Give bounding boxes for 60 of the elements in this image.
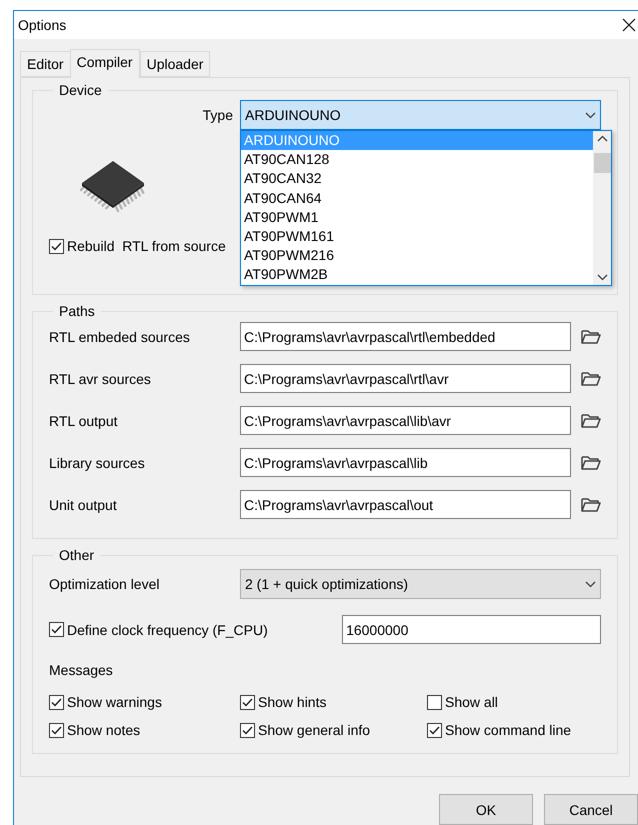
folder-icon[interactable]: [581, 371, 601, 386]
tab[interactable]: Uploader: [140, 51, 210, 77]
checkbox[interactable]: [240, 722, 255, 738]
chevron-up-icon: [596, 135, 608, 142]
field-label: Type: [202, 107, 234, 123]
path-field[interactable]: C:\Programs\avr\avrpascal\rtl\embedded: [240, 322, 571, 351]
checkbox[interactable]: [427, 694, 442, 710]
checkbox[interactable]: [49, 694, 64, 710]
checkbox-label: Rebuild RTL from source: [67, 238, 226, 254]
checkbox[interactable]: [49, 622, 64, 637]
type-dropdown[interactable]: ARDUINOUNO: [240, 100, 601, 130]
list-item[interactable]: AT90CAN32: [241, 169, 593, 189]
checkbox-label: Show command line: [445, 722, 572, 738]
group-legend: Paths: [53, 303, 101, 319]
chevron-down-icon: [596, 274, 608, 281]
close-icon[interactable]: [622, 18, 636, 32]
group-legend: Other: [53, 547, 100, 563]
field-label: Unit output: [49, 496, 118, 512]
field-label: RTL embeded sources: [49, 328, 191, 344]
window-title: Options: [18, 17, 66, 33]
checkbox-label: Show hints: [258, 694, 326, 710]
list-item[interactable]: AT90PWM161: [241, 226, 593, 246]
path-field[interactable]: C:\Programs\avr\avrpascal\out: [240, 490, 571, 519]
field-label: Optimization level: [49, 576, 160, 592]
folder-icon[interactable]: [581, 329, 601, 344]
cancel-button[interactable]: Cancel: [544, 794, 638, 825]
folder-icon[interactable]: [581, 497, 601, 512]
scrollbar[interactable]: [593, 131, 611, 285]
ok-button[interactable]: OK: [439, 794, 533, 825]
list-item[interactable]: AT90PWM1: [241, 208, 593, 227]
checkbox-label: Show all: [445, 694, 498, 710]
folder-icon[interactable]: [581, 413, 601, 428]
field-label: RTL avr sources: [49, 370, 152, 386]
path-field[interactable]: C:\Programs\avr\avrpascal\rtl\avr: [240, 364, 571, 393]
checkbox[interactable]: [240, 694, 255, 710]
field-label: Library sources: [49, 454, 146, 470]
field-label: RTL output: [49, 412, 118, 428]
chevron-down-icon: [585, 580, 596, 588]
folder-icon[interactable]: [581, 455, 601, 470]
tab[interactable]: Compiler: [70, 49, 140, 78]
group-legend: Device: [53, 82, 108, 98]
checkbox-label: Define clock frequency (F_CPU): [67, 622, 268, 638]
optimization-dropdown[interactable]: 2 (1 + quick optimizations): [240, 569, 601, 599]
checkbox-label: Show notes: [67, 722, 140, 738]
chevron-down-icon: [585, 112, 596, 118]
checkbox[interactable]: [49, 722, 64, 738]
checkbox-label: Show warnings: [67, 694, 162, 710]
scrollbar-thumb[interactable]: [594, 153, 611, 173]
checkbox[interactable]: [427, 722, 442, 738]
list-item[interactable]: AT90PWM2B: [241, 265, 593, 284]
list-item[interactable]: AT90CAN64: [241, 188, 593, 208]
frequency-field[interactable]: 16000000: [342, 615, 601, 644]
list-item[interactable]: AT90CAN128: [241, 150, 593, 170]
tab[interactable]: Editor: [20, 51, 71, 77]
section-label: Messages: [49, 662, 114, 678]
path-field[interactable]: C:\Programs\avr\avrpascal\lib\avr: [240, 406, 571, 435]
checkbox-label: Show general info: [258, 722, 370, 738]
checkbox[interactable]: [49, 238, 64, 254]
path-field[interactable]: C:\Programs\avr\avrpascal\lib: [240, 448, 571, 477]
list-item[interactable]: AT90PWM216: [241, 246, 593, 266]
